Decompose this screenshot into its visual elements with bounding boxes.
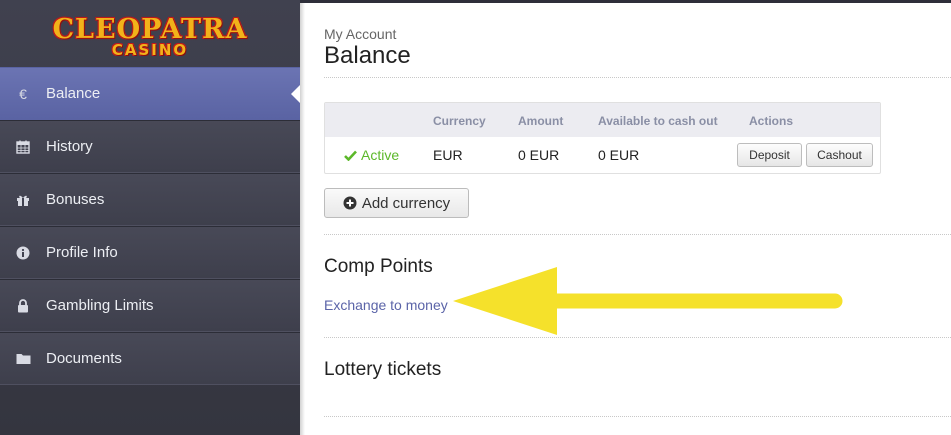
logo-main-text: CLEOPATRA xyxy=(52,13,248,45)
column-header-currency: Currency xyxy=(433,114,486,128)
sidebar-item-label: Balance xyxy=(46,85,101,102)
sidebar-item-profile-info[interactable]: Profile Info xyxy=(0,226,300,279)
annotation-arrow xyxy=(453,267,843,335)
cashout-button[interactable]: Cashout xyxy=(806,143,873,167)
gift-icon xyxy=(0,193,46,207)
column-header-actions: Actions xyxy=(749,114,794,128)
casino-logo[interactable]: CLEOPATRA CASINO xyxy=(0,0,300,67)
sidebar-item-label: Profile Info xyxy=(46,244,118,261)
sidebar-item-documents[interactable]: Documents xyxy=(0,332,300,385)
balance-table: Currency Amount Available to cash out Ac… xyxy=(324,102,881,174)
cell-currency: EUR xyxy=(433,147,463,163)
add-currency-button[interactable]: Add currency xyxy=(324,188,469,218)
cell-available: 0 EUR xyxy=(598,147,640,163)
cell-amount: 0 EUR xyxy=(518,147,560,163)
status-badge: Active xyxy=(344,147,399,163)
add-currency-label: Add currency xyxy=(361,194,451,212)
comp-points-heading: Comp Points xyxy=(324,256,433,277)
folder-icon xyxy=(0,352,46,365)
divider xyxy=(324,416,951,417)
deposit-button[interactable]: Deposit xyxy=(737,143,802,167)
exchange-to-money-link[interactable]: Exchange to money xyxy=(324,297,448,313)
info-icon xyxy=(0,246,46,260)
sidebar-item-label: History xyxy=(46,138,93,155)
lottery-tickets-heading: Lottery tickets xyxy=(324,359,442,380)
calendar-icon xyxy=(0,140,46,154)
sidebar-item-balance[interactable]: € Balance xyxy=(0,67,300,120)
logo-sub-text: CASINO xyxy=(111,40,189,59)
sidebar-item-label: Gambling Limits xyxy=(46,297,154,314)
divider xyxy=(324,337,951,338)
sidebar: CLEOPATRA CASINO € Balance History Bonus… xyxy=(0,0,300,435)
sidebar-item-gambling-limits[interactable]: Gambling Limits xyxy=(0,279,300,332)
column-header-amount: Amount xyxy=(518,114,564,128)
main-content: My Account Balance Currency Amount Avail… xyxy=(300,3,951,435)
sidebar-item-bonuses[interactable]: Bonuses xyxy=(0,173,300,226)
column-header-available: Available to cash out xyxy=(598,114,718,128)
sidebar-item-label: Bonuses xyxy=(46,191,105,208)
euro-icon: € xyxy=(19,85,27,102)
breadcrumb: My Account xyxy=(324,26,397,42)
plus-circle-icon xyxy=(343,196,357,210)
divider xyxy=(324,234,951,235)
lock-icon xyxy=(0,298,46,313)
page-title: Balance xyxy=(324,42,411,69)
sidebar-item-label: Documents xyxy=(46,350,122,367)
table-header: Currency Amount Available to cash out Ac… xyxy=(325,103,880,137)
divider xyxy=(324,77,951,78)
sidebar-item-history[interactable]: History xyxy=(0,120,300,173)
status-label: Active xyxy=(361,147,400,163)
check-icon xyxy=(344,150,357,161)
sidebar-nav: € Balance History Bonuses Profile Info G… xyxy=(0,67,300,385)
